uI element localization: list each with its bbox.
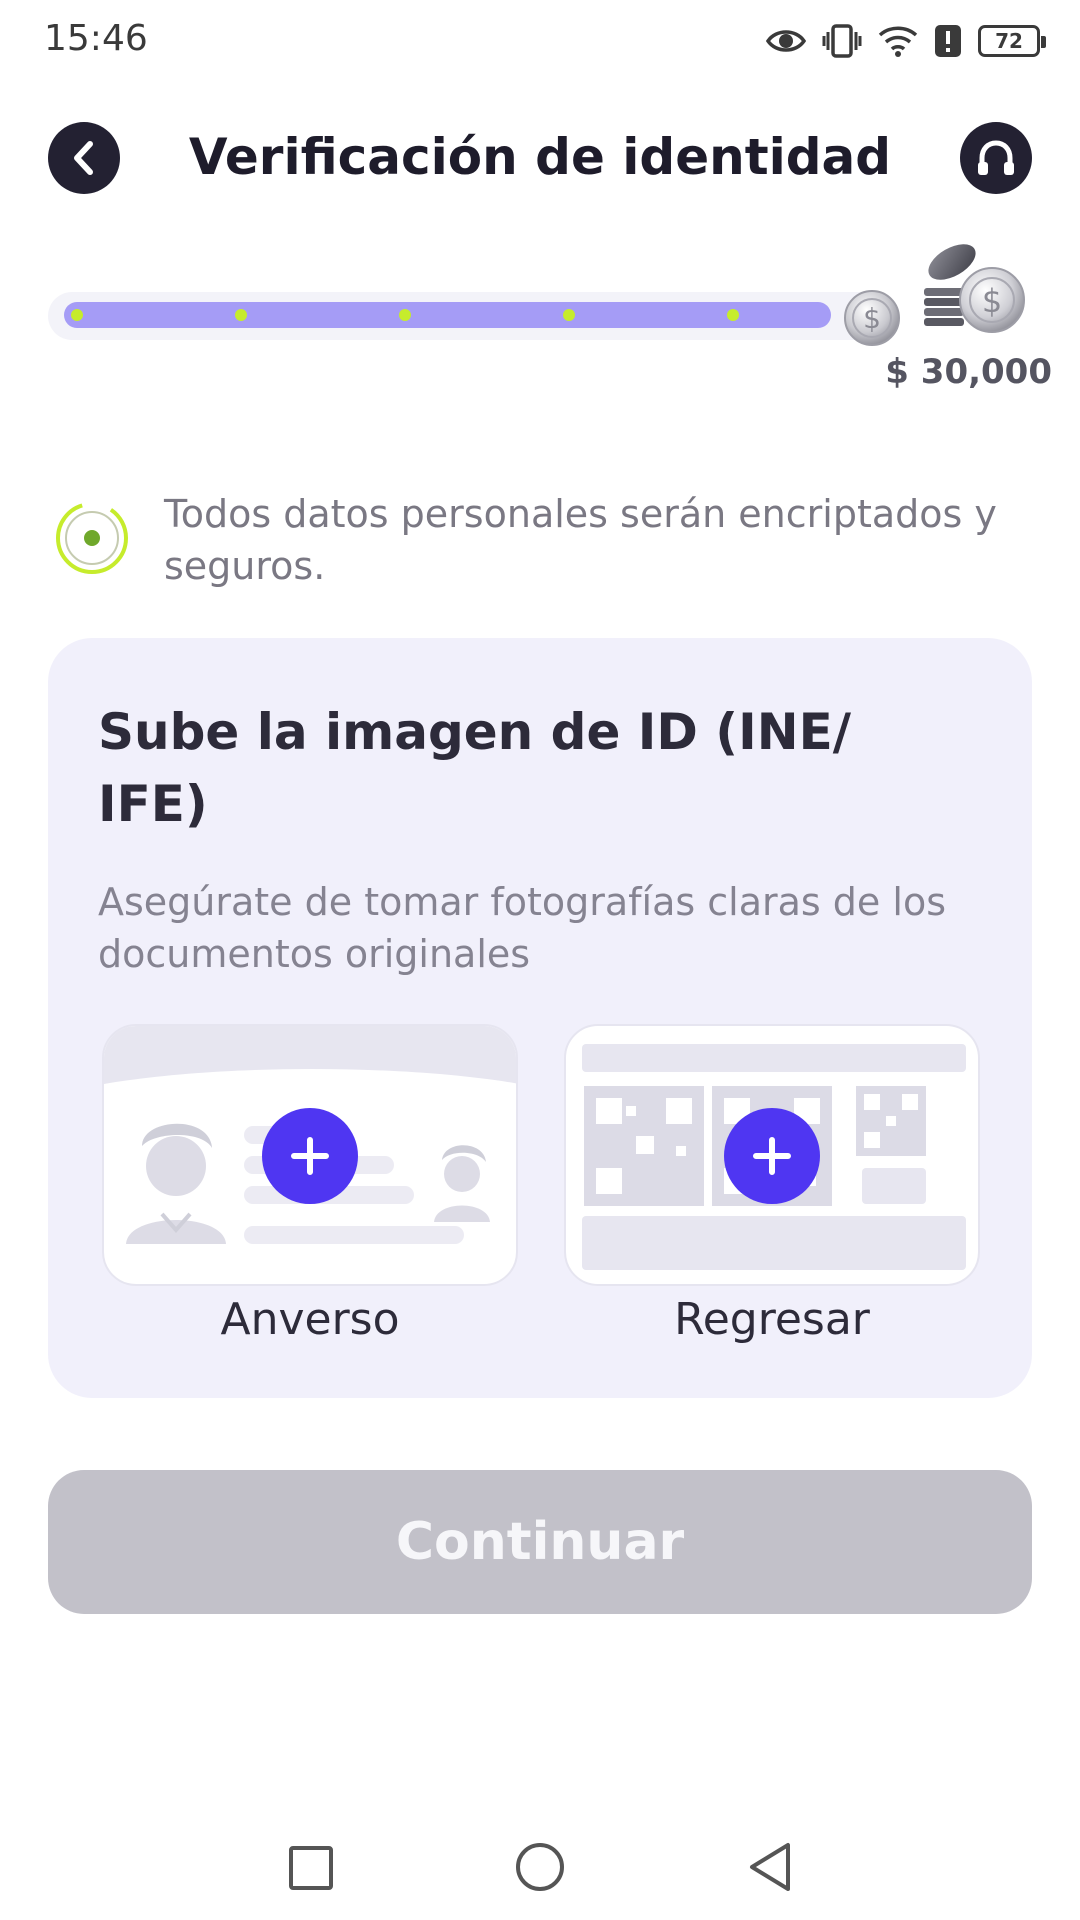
svg-text:$: $ (863, 302, 881, 335)
eye-icon (766, 30, 806, 52)
plus-icon (291, 1137, 329, 1175)
upload-subtitle: Asegúrate de tomar fotografías claras de… (98, 880, 946, 976)
front-label: Anverso (220, 1294, 400, 1345)
status-time: 15:46 (44, 18, 148, 59)
progress-step-dot (235, 309, 247, 321)
continue-button[interactable]: Continuar (48, 1470, 1032, 1614)
add-front-button[interactable] (262, 1108, 358, 1204)
vibrate-icon (822, 24, 862, 58)
wifi-icon (878, 26, 918, 57)
progress-step-dot (727, 309, 739, 321)
progress-step-dot (71, 309, 83, 321)
battery-level: 72 (995, 29, 1023, 53)
back-button[interactable] (48, 122, 120, 194)
chevron-left-icon (74, 141, 93, 175)
plus-icon (753, 1137, 791, 1175)
reward-amount: $ 30,000 (885, 352, 1052, 392)
screen: 15:46 72 Verificación de identidad $ $ $… (0, 0, 1080, 1920)
home-icon[interactable] (514, 1841, 566, 1893)
progress-step-dot (563, 309, 575, 321)
coins-stack-icon: $ (924, 244, 1025, 333)
back-label: Regresar (674, 1294, 870, 1345)
upload-title: Sube la imagen de ID (INE/ IFE) (98, 703, 852, 833)
id-back-upload-tile[interactable] (564, 1024, 980, 1286)
back-icon[interactable] (746, 1841, 794, 1893)
page-title: Verificación de identidad (188, 128, 892, 186)
alert-icon (935, 25, 961, 57)
coin-icon: $ (844, 290, 900, 346)
headset-icon (978, 140, 1014, 175)
svg-text:$: $ (982, 282, 1002, 320)
battery-icon: 72 (978, 25, 1046, 57)
security-note: Todos datos personales serán encriptados… (164, 492, 997, 588)
support-button[interactable] (960, 122, 1032, 194)
recent-apps-icon[interactable] (288, 1845, 334, 1891)
shield-target-icon (56, 502, 128, 574)
add-back-button[interactable] (724, 1108, 820, 1204)
progress-step-dot (399, 309, 411, 321)
id-front-upload-tile[interactable] (102, 1024, 518, 1286)
status-icons: 72 (766, 20, 1046, 62)
progress-fill (64, 302, 831, 328)
